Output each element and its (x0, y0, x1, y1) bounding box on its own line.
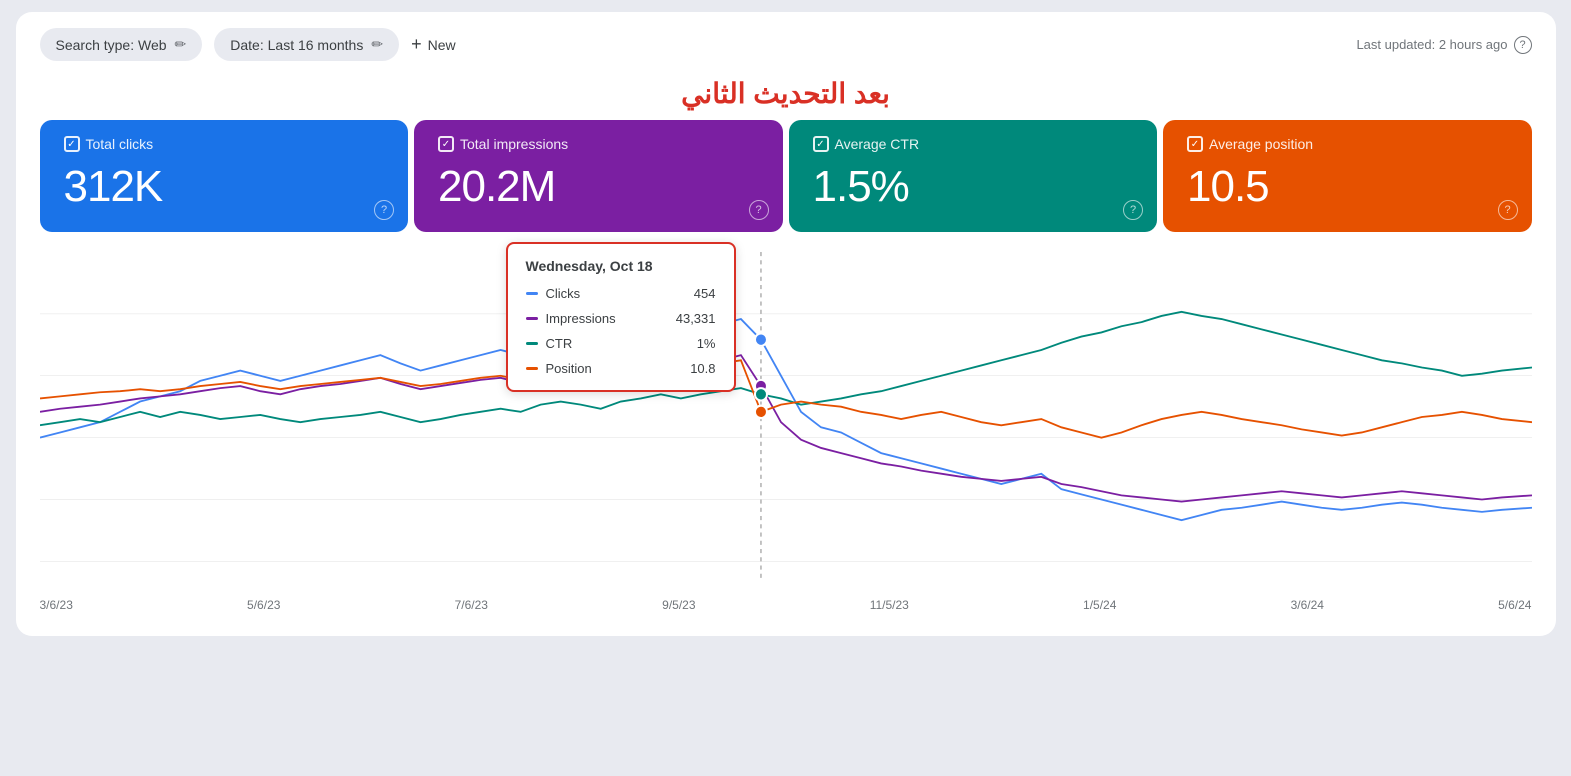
tooltip-ctr-value: 1% (697, 336, 716, 351)
position-checkbox[interactable] (1187, 136, 1203, 152)
metric-ctr-label: Average CTR (813, 136, 1134, 152)
tooltip-position-label: Position (546, 361, 683, 376)
x-axis: 3/6/23 5/6/23 7/6/23 9/5/23 11/5/23 1/5/… (16, 592, 1556, 612)
metric-total-clicks: Total clicks 312K ? (40, 120, 409, 232)
tooltip-ctr-label: CTR (546, 336, 689, 351)
main-container: Search type: Web ✏ Date: Last 16 months … (16, 12, 1556, 636)
tooltip-clicks-value: 454 (694, 286, 716, 301)
x-label-1: 5/6/23 (247, 598, 280, 612)
x-label-0: 3/6/23 (40, 598, 73, 612)
last-updated: Last updated: 2 hours ago ? (1356, 36, 1531, 54)
metric-impressions-label: Total impressions (438, 136, 759, 152)
performance-chart[interactable] (40, 252, 1532, 582)
impressions-help[interactable]: ? (749, 200, 769, 220)
ctr-value: 1.5% (813, 162, 1134, 212)
new-button[interactable]: + New (411, 34, 456, 55)
metric-total-impressions: Total impressions 20.2M ? (414, 120, 783, 232)
date-edit-icon: ✏ (371, 36, 383, 53)
last-updated-text: Last updated: 2 hours ago (1356, 37, 1507, 52)
x-label-5: 1/5/24 (1083, 598, 1116, 612)
tooltip-row-ctr: CTR 1% (526, 336, 716, 351)
metric-position-label: Average position (1187, 136, 1508, 152)
x-label-2: 7/6/23 (455, 598, 488, 612)
x-label-6: 3/6/24 (1291, 598, 1324, 612)
ctr-dot-icon (526, 342, 538, 345)
position-help[interactable]: ? (1498, 200, 1518, 220)
clicks-checkbox[interactable] (64, 136, 80, 152)
x-label-7: 5/6/24 (1498, 598, 1531, 612)
ctr-help[interactable]: ? (1123, 200, 1143, 220)
metric-clicks-label: Total clicks (64, 136, 385, 152)
tooltip-impressions-value: 43,331 (676, 311, 716, 326)
date-filter[interactable]: Date: Last 16 months ✏ (214, 28, 399, 61)
tooltip-impressions-label: Impressions (546, 311, 668, 326)
impressions-dot-icon (526, 317, 538, 320)
date-label: Date: Last 16 months (230, 37, 363, 53)
x-label-4: 11/5/23 (870, 598, 909, 612)
tooltip-date: Wednesday, Oct 18 (526, 258, 716, 274)
plus-icon: + (411, 34, 422, 55)
tooltip-position-value: 10.8 (690, 361, 715, 376)
clicks-value: 312K (64, 162, 385, 212)
metrics-row: Total clicks 312K ? Total impressions 20… (16, 120, 1556, 232)
arabic-title: بعد التحديث الثاني (16, 73, 1556, 120)
new-label: New (428, 37, 456, 53)
help-icon[interactable]: ? (1514, 36, 1532, 54)
impressions-checkbox[interactable] (438, 136, 454, 152)
clicks-help[interactable]: ? (374, 200, 394, 220)
clicks-dot-icon (526, 292, 538, 295)
ctr-checkbox[interactable] (813, 136, 829, 152)
search-type-label: Search type: Web (56, 37, 167, 53)
position-value: 10.5 (1187, 162, 1508, 212)
impressions-value: 20.2M (438, 162, 759, 212)
metric-average-ctr: Average CTR 1.5% ? (789, 120, 1158, 232)
search-type-edit-icon: ✏ (175, 36, 187, 53)
x-label-3: 9/5/23 (662, 598, 695, 612)
metric-average-position: Average position 10.5 ? (1163, 120, 1532, 232)
top-bar: Search type: Web ✏ Date: Last 16 months … (16, 12, 1556, 73)
tooltip-row-impressions: Impressions 43,331 (526, 311, 716, 326)
tooltip-row-position: Position 10.8 (526, 361, 716, 376)
tooltip-clicks-label: Clicks (546, 286, 686, 301)
tooltip-row-clicks: Clicks 454 (526, 286, 716, 301)
chart-tooltip: Wednesday, Oct 18 Clicks 454 Impressions… (506, 242, 736, 392)
chart-area: Wednesday, Oct 18 Clicks 454 Impressions… (16, 232, 1556, 592)
search-type-filter[interactable]: Search type: Web ✏ (40, 28, 203, 61)
position-dot-icon (526, 367, 538, 370)
